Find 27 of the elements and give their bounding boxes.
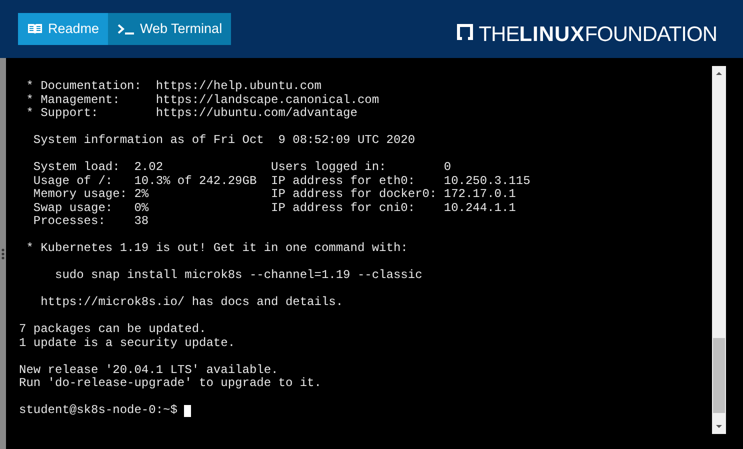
terminal-line: Run 'do-release-upgrade' to upgrade to it. [19, 377, 322, 390]
resize-handle-icon[interactable] [0, 246, 6, 260]
tab[interactable]: Readme [18, 13, 108, 45]
terminal-line: Processes: 38 [32, 215, 150, 228]
text-cursor [184, 404, 192, 417]
shell-prompt: student@sk8s-node-0:~$ [19, 404, 178, 418]
terminal-line: Swap usage: 0% IP address for cni0: 10.244.1.1 [32, 202, 517, 215]
terminal-line: * Kubernetes 1.19 is out! Get it in one command with: [25, 242, 409, 256]
terminal-line: 7 packages can be updated. [19, 323, 208, 336]
terminal-line: * Management: https://landscape.canonical.com [25, 94, 380, 107]
terminal-icon [117, 23, 136, 35]
tab[interactable]: Web Terminal [108, 13, 232, 45]
terminal-line: System load: 2.02 Users logged in: 0 [32, 161, 452, 174]
terminal-line: https://microk8s.io/ has docs and details. [40, 296, 344, 310]
logo-icon [454, 22, 475, 42]
terminal-line: System information as of Fri Oct 9 08:52:09 UTC 2020 [32, 134, 416, 148]
scrollbar-thumb[interactable] [713, 338, 725, 413]
terminal-line: Memory usage: 2% IP address for docker0: 172.17.0.1 [32, 188, 517, 202]
terminal-line: New release '20.04.1 LTS' available. [19, 364, 280, 377]
scrollbar[interactable] [712, 66, 726, 434]
terminal-line: Usage of /: 10.3% of 242.29GB IP address for eth0: 10.250.3.115 [32, 174, 532, 188]
terminal-line: * Documentation: https://help.ubuntu.com [25, 80, 322, 94]
book-icon [27, 23, 43, 35]
terminal-line: * Support: https://ubuntu.com/advantage [25, 107, 358, 120]
logo-text: THELINUXFOUNDATION [478, 22, 717, 48]
terminal-line: 1 update is a security update. [19, 336, 236, 350]
terminal-line: sudo snap install microk8s --channel=1.19 --classic [54, 269, 424, 282]
